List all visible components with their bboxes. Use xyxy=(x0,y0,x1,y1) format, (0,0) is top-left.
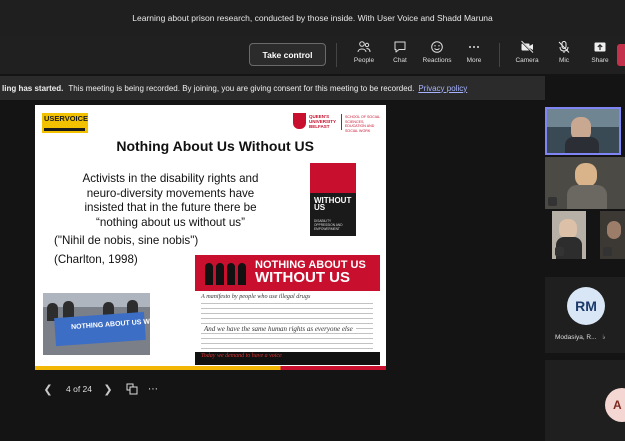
meeting-toolbar: Take control People Chat Reactions More … xyxy=(0,36,625,74)
participant-tile[interactable] xyxy=(600,211,625,259)
manifesto-subtitle: A manifesto by people who use illegal dr… xyxy=(201,293,311,300)
participant-name: Modasiya, R... xyxy=(555,334,597,341)
book-cover-image: WITHOUT US DISABILITY OPPRESSION AND EMP… xyxy=(310,163,356,236)
chat-label: Chat xyxy=(393,57,407,64)
mic-label: Mic xyxy=(558,57,570,64)
manifesto-human-rights: And we have the same human rights as eve… xyxy=(201,325,356,333)
figure-silhouette xyxy=(205,263,213,285)
participant-tile-a[interactable]: A xyxy=(545,360,625,441)
reactions-button[interactable]: Reactions xyxy=(417,40,457,70)
user-voice-logo-text: USERVOICE xyxy=(44,114,89,123)
slide-latin-quote: ("Nihil de nobis, sine nobis") xyxy=(54,234,199,247)
slide-citation: (Charlton, 1998) xyxy=(54,253,138,266)
privacy-policy-link[interactable]: Privacy policy xyxy=(418,84,467,93)
people-button[interactable]: People xyxy=(344,40,384,70)
slide-body-text: Activists in the disability rights and n… xyxy=(82,172,259,229)
avatar: A xyxy=(605,388,625,422)
share-icon xyxy=(594,42,606,52)
participant-face xyxy=(559,219,577,239)
previous-slide-icon[interactable]: ❮ xyxy=(40,383,56,396)
camera-label: Camera xyxy=(515,57,539,64)
toolbar-divider xyxy=(499,43,500,67)
protest-photo: NOTHING ABOUT US WITHOUT US xyxy=(43,293,150,355)
meeting-title-bar: Learning about prison research, conducte… xyxy=(0,0,625,36)
slide-title: Nothing About Us Without US xyxy=(116,138,314,154)
more-button[interactable]: More xyxy=(454,40,494,70)
participant-tile[interactable] xyxy=(552,211,586,259)
muted-mic-icon xyxy=(548,197,557,206)
people-label: People xyxy=(353,57,375,64)
slide-overview-icon[interactable] xyxy=(126,383,138,395)
user-voice-logo: USERVOICE xyxy=(42,113,88,133)
participant-tile-rm[interactable]: RM Modasiya, R... ♭ xyxy=(545,277,625,353)
recording-banner-status: ling has started. xyxy=(2,83,64,93)
participant-face xyxy=(607,221,621,239)
figure-silhouette xyxy=(227,263,235,285)
next-slide-icon[interactable]: ❯ xyxy=(100,383,116,396)
recording-banner: ling has started. This meeting is being … xyxy=(0,76,545,100)
take-control-button[interactable]: Take control xyxy=(249,43,326,66)
leave-button[interactable] xyxy=(617,44,625,66)
muted-mic-icon: ♭ xyxy=(602,334,606,341)
chat-button[interactable]: Chat xyxy=(380,40,420,70)
qub-school: SCHOOL OF SOCIAL SCIENCES, EDUCATION AND… xyxy=(345,115,381,133)
manifesto-title-line2: WITHOUT US xyxy=(255,269,350,286)
more-options-icon[interactable]: ⋯ xyxy=(148,384,159,395)
presentation-slide: USERVOICE QUEEN'S UNIVERSITY BELFAST SCH… xyxy=(35,105,386,368)
book-cover-subtitle: DISABILITY OPPRESSION AND EMPOWERMENT xyxy=(314,219,343,231)
meeting-title: Learning about prison research, conducte… xyxy=(132,13,493,23)
avatar: RM xyxy=(567,287,605,325)
mic-off-icon xyxy=(558,41,570,53)
toolbar-divider xyxy=(336,43,337,67)
share-button[interactable]: Share xyxy=(580,40,620,70)
reactions-label: Reactions xyxy=(422,57,452,64)
slide-footer-bar xyxy=(35,366,386,370)
participant-face xyxy=(575,163,597,187)
manifesto-footer: Today we demand to have a voice xyxy=(201,353,282,359)
participant-tile[interactable] xyxy=(545,157,625,209)
camera-button[interactable]: Camera xyxy=(507,40,547,70)
figure-silhouette xyxy=(238,263,246,285)
chat-icon xyxy=(394,41,406,53)
camera-off-icon xyxy=(520,40,534,54)
share-label: Share xyxy=(591,57,609,64)
participant-tile-active-speaker[interactable] xyxy=(545,107,621,155)
more-icon xyxy=(469,46,479,48)
manifesto-image: NOTHING ABOUT US WITHOUT US A manifesto … xyxy=(195,255,380,365)
muted-mic-icon xyxy=(555,247,564,256)
qub-shield-icon xyxy=(293,113,306,129)
figure-silhouette xyxy=(216,263,224,285)
queens-university-logo: QUEEN'S UNIVERSITY BELFAST SCHOOL OF SOC… xyxy=(293,113,381,133)
mic-button[interactable]: Mic xyxy=(544,40,584,70)
book-cover-title: WITHOUT US xyxy=(314,196,352,212)
more-label: More xyxy=(466,57,482,64)
slide-navigation: ❮ 4 of 24 ❯ ⋯ xyxy=(40,381,159,397)
reactions-icon xyxy=(431,41,443,53)
slide-counter: 4 of 24 xyxy=(66,384,92,394)
muted-mic-icon xyxy=(603,247,612,256)
people-icon xyxy=(357,41,371,53)
recording-banner-text: This meeting is being recorded. By joini… xyxy=(68,83,415,93)
qub-name: QUEEN'S UNIVERSITY BELFAST xyxy=(309,114,336,129)
